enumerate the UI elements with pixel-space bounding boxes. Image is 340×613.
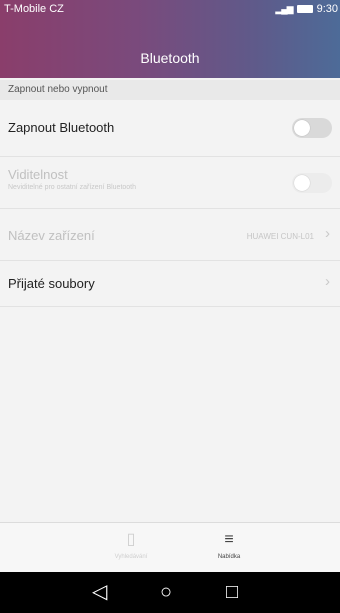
section-header: Zapnout nebo vypnout xyxy=(0,80,340,100)
clock: 9:30 xyxy=(316,3,338,15)
device-name-row: Název zařízení HUAWEI CUN-L01 › xyxy=(0,209,340,261)
chevron-right-icon: › xyxy=(325,273,330,290)
switch-knob xyxy=(294,120,310,136)
page-title: Bluetooth xyxy=(140,50,200,66)
received-files-label: Přijaté soubory xyxy=(8,276,95,291)
search-device-icon: ▯ xyxy=(126,531,136,548)
switch-knob xyxy=(294,175,310,191)
app-header: T-Mobile CZ ▂▄▆ 9:30 Bluetooth xyxy=(0,0,340,78)
visibility-switch xyxy=(292,173,332,193)
bluetooth-toggle-row[interactable]: Zapnout Bluetooth xyxy=(0,100,340,157)
recents-icon[interactable]: □ xyxy=(226,581,238,603)
status-icons: ▂▄▆ 9:30 xyxy=(275,3,338,15)
received-files-row[interactable]: Přijaté soubory › xyxy=(0,261,340,307)
visibility-label: Viditelnost xyxy=(8,167,68,182)
status-bar: T-Mobile CZ ▂▄▆ 9:30 xyxy=(0,0,340,18)
tab-menu[interactable]: ≡ Nabídka xyxy=(189,529,269,560)
battery-icon xyxy=(296,5,313,13)
device-name-value: HUAWEI CUN-L01 xyxy=(246,232,314,241)
bluetooth-switch[interactable] xyxy=(292,118,332,138)
tab-search: ▯ Vyhledávání xyxy=(91,529,171,560)
navigation-bar: ◁ ○ □ xyxy=(0,572,340,613)
visibility-text: Viditelnost Neviditelné pro ostatní zaří… xyxy=(8,167,136,191)
home-icon[interactable]: ○ xyxy=(160,581,172,603)
bluetooth-label: Zapnout Bluetooth xyxy=(8,120,115,135)
chevron-right-icon: › xyxy=(325,225,330,242)
visibility-row: Viditelnost Neviditelné pro ostatní zaří… xyxy=(0,157,340,209)
device-name-label: Název zařízení xyxy=(8,228,95,243)
menu-icon: ≡ xyxy=(224,531,234,548)
bottom-toolbar: ▯ Vyhledávání ≡ Nabídka xyxy=(0,522,340,573)
back-icon[interactable]: ◁ xyxy=(92,581,107,603)
visibility-subtitle: Neviditelné pro ostatní zařízení Bluetoo… xyxy=(8,184,137,191)
carrier-label: T-Mobile CZ xyxy=(4,3,64,15)
signal-icon: ▂▄▆ xyxy=(275,3,293,14)
tab-search-label: Vyhledávání xyxy=(114,554,148,560)
tab-menu-label: Nabídka xyxy=(217,554,241,560)
